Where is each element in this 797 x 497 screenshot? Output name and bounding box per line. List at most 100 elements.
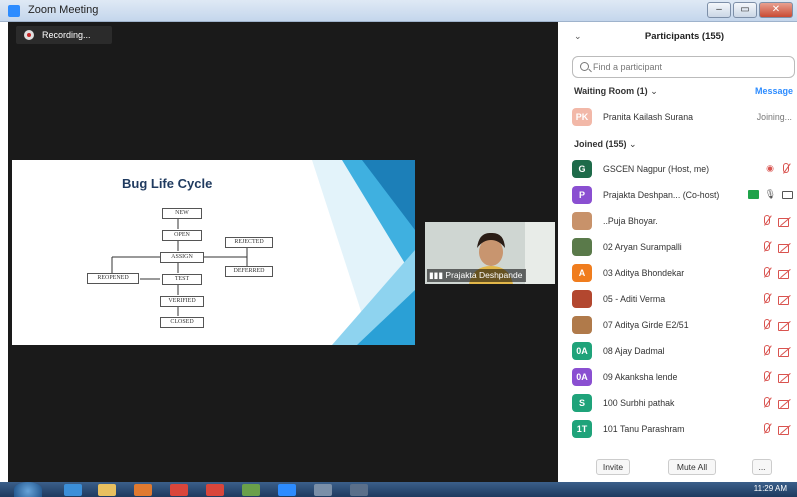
box-open: OPEN	[162, 230, 202, 241]
ie-icon[interactable]	[64, 484, 82, 496]
participant-row[interactable]: 02 Aryan Surampalli	[572, 236, 797, 260]
more-button[interactable]: ...	[752, 459, 772, 475]
thumbnail-name-label: ▮▮▮ Prajakta Deshpande	[427, 269, 527, 282]
close-button[interactable]: ✕	[759, 2, 793, 18]
participant-name: 101 Tanu Parashram	[603, 424, 685, 434]
mic-muted-icon[interactable]	[761, 345, 772, 357]
camera-off-icon[interactable]	[778, 397, 791, 409]
mic-muted-icon[interactable]	[761, 267, 772, 279]
mic-muted-icon[interactable]	[761, 397, 772, 409]
participant-row[interactable]: 1T 101 Tanu Parashram	[572, 418, 797, 442]
box-verified: VERIFIED	[160, 296, 204, 307]
minimize-button[interactable]: –	[707, 2, 731, 18]
chevron-down-icon: ⌄	[629, 139, 637, 149]
camera-off-icon[interactable]	[778, 267, 791, 279]
mic-muted-icon[interactable]	[761, 371, 772, 383]
avatar: 0A	[572, 342, 592, 360]
avatar: A	[572, 264, 592, 282]
participants-footer: Invite Mute All ...	[562, 454, 797, 482]
participant-name: Pranita Kailash Surana	[603, 112, 693, 122]
participant-row[interactable]: 0A 09 Akanksha lende	[572, 366, 797, 390]
message-button[interactable]: Message	[755, 86, 793, 96]
camera-off-icon[interactable]	[778, 241, 791, 253]
avatar: 0A	[572, 368, 592, 386]
window-title: Zoom Meeting	[28, 4, 99, 16]
avatar	[572, 212, 592, 230]
screen-share-icon	[747, 190, 759, 199]
participant-name: 03 Aditya Bhondekar	[603, 268, 685, 278]
waiting-participant-row[interactable]: PK Pranita Kailash Surana Joining...	[572, 106, 797, 130]
participant-video-thumbnail[interactable]: ▮▮▮ Prajakta Deshpande	[425, 222, 555, 284]
record-icon: ◉	[766, 163, 774, 173]
start-button[interactable]	[14, 482, 42, 497]
participant-row[interactable]: G GSCEN Nagpur (Host, me) ◉	[572, 158, 797, 182]
box-assign: ASSIGN	[160, 252, 204, 263]
camera-off-icon[interactable]	[778, 215, 791, 227]
mic-muted-icon[interactable]	[761, 215, 772, 227]
recording-label: Recording...	[42, 30, 91, 40]
chrome-icon[interactable]	[206, 484, 224, 496]
camera-off-icon[interactable]	[778, 371, 791, 383]
zoom-taskbar-icon[interactable]	[278, 484, 296, 496]
waiting-room-label[interactable]: Waiting Room (1) ⌄	[574, 86, 658, 97]
mic-on-icon[interactable]: 🎙	[765, 189, 776, 200]
explorer-icon[interactable]	[98, 484, 116, 496]
participant-search[interactable]	[572, 56, 795, 78]
box-closed: CLOSED	[160, 317, 204, 328]
participants-header: ⌄ Participants (155)	[562, 22, 797, 50]
app-icon[interactable]	[314, 484, 332, 496]
recording-indicator[interactable]: Recording...	[16, 26, 112, 44]
box-deferred: DEFERRED	[225, 266, 273, 277]
avatar: P	[572, 186, 592, 204]
participant-name: 07 Aditya Girde E2/51	[603, 320, 689, 330]
joined-label[interactable]: Joined (155) ⌄	[574, 139, 637, 150]
maximize-button[interactable]: ▭	[733, 2, 757, 18]
participants-panel: ⌄ Participants (155) Waiting Room (1) ⌄ …	[562, 22, 797, 482]
participant-name: 100 Surbhi pathak	[603, 398, 675, 408]
camera-off-icon[interactable]	[778, 345, 791, 357]
mic-muted-icon[interactable]	[761, 319, 772, 331]
shared-slide: Bug Life Cycle NEW OPEN ASSIGN TEST VERI…	[12, 160, 415, 345]
mic-muted-icon[interactable]	[761, 293, 772, 305]
participant-row[interactable]: P Prajakta Deshpan... (Co-host) 🎙	[572, 184, 797, 208]
signal-icon: ▮▮▮	[429, 270, 446, 280]
mic-muted-icon[interactable]	[780, 163, 791, 175]
participant-row[interactable]: 0A 08 Ajay Dadmal	[572, 340, 797, 364]
camera-off-icon[interactable]	[778, 319, 791, 331]
app-icon[interactable]	[350, 484, 368, 496]
participant-row[interactable]: A 03 Aditya Bhondekar	[572, 262, 797, 286]
participant-row[interactable]: 05 - Aditi Verma	[572, 288, 797, 312]
avatar	[572, 238, 592, 256]
windows-taskbar: 11:29 AM	[0, 482, 797, 497]
avatar: PK	[572, 108, 592, 126]
participant-row[interactable]: 07 Aditya Girde E2/51	[572, 314, 797, 338]
participant-row[interactable]: S 100 Surbhi pathak	[572, 392, 797, 416]
chrome-icon[interactable]	[170, 484, 188, 496]
invite-button[interactable]: Invite	[596, 459, 630, 475]
avatar: S	[572, 394, 592, 412]
participant-name: 08 Ajay Dadmal	[603, 346, 665, 356]
clock[interactable]: 11:29 AM	[754, 484, 787, 493]
camera-off-icon[interactable]	[778, 293, 791, 305]
app-icon[interactable]	[242, 484, 260, 496]
box-reopened: REOPENED	[87, 273, 139, 284]
zoom-app-icon	[8, 5, 20, 17]
video-area[interactable]: Recording... Bug Life Cycle NEW OPEN ASS…	[8, 22, 558, 482]
participant-name: 09 Akanksha lende	[603, 372, 678, 382]
participant-search-input[interactable]	[593, 59, 788, 75]
mic-muted-icon[interactable]	[761, 423, 772, 435]
media-player-icon[interactable]	[134, 484, 152, 496]
mute-all-button[interactable]: Mute All	[668, 459, 716, 475]
participant-name: ..Puja Bhoyar.	[603, 216, 658, 226]
camera-off-icon[interactable]	[778, 423, 791, 435]
camera-icon[interactable]	[782, 191, 793, 199]
chevron-down-icon: ⌄	[650, 86, 658, 96]
record-icon	[24, 30, 34, 40]
thumbnail-name: Prajakta Deshpande	[445, 270, 523, 280]
participant-row[interactable]: ..Puja Bhoyar.	[572, 210, 797, 234]
participant-name: 02 Aryan Surampalli	[603, 242, 682, 252]
search-icon	[580, 62, 589, 71]
participant-name: Prajakta Deshpan... (Co-host)	[603, 190, 720, 200]
mic-muted-icon[interactable]	[761, 241, 772, 253]
box-test: TEST	[162, 274, 202, 285]
